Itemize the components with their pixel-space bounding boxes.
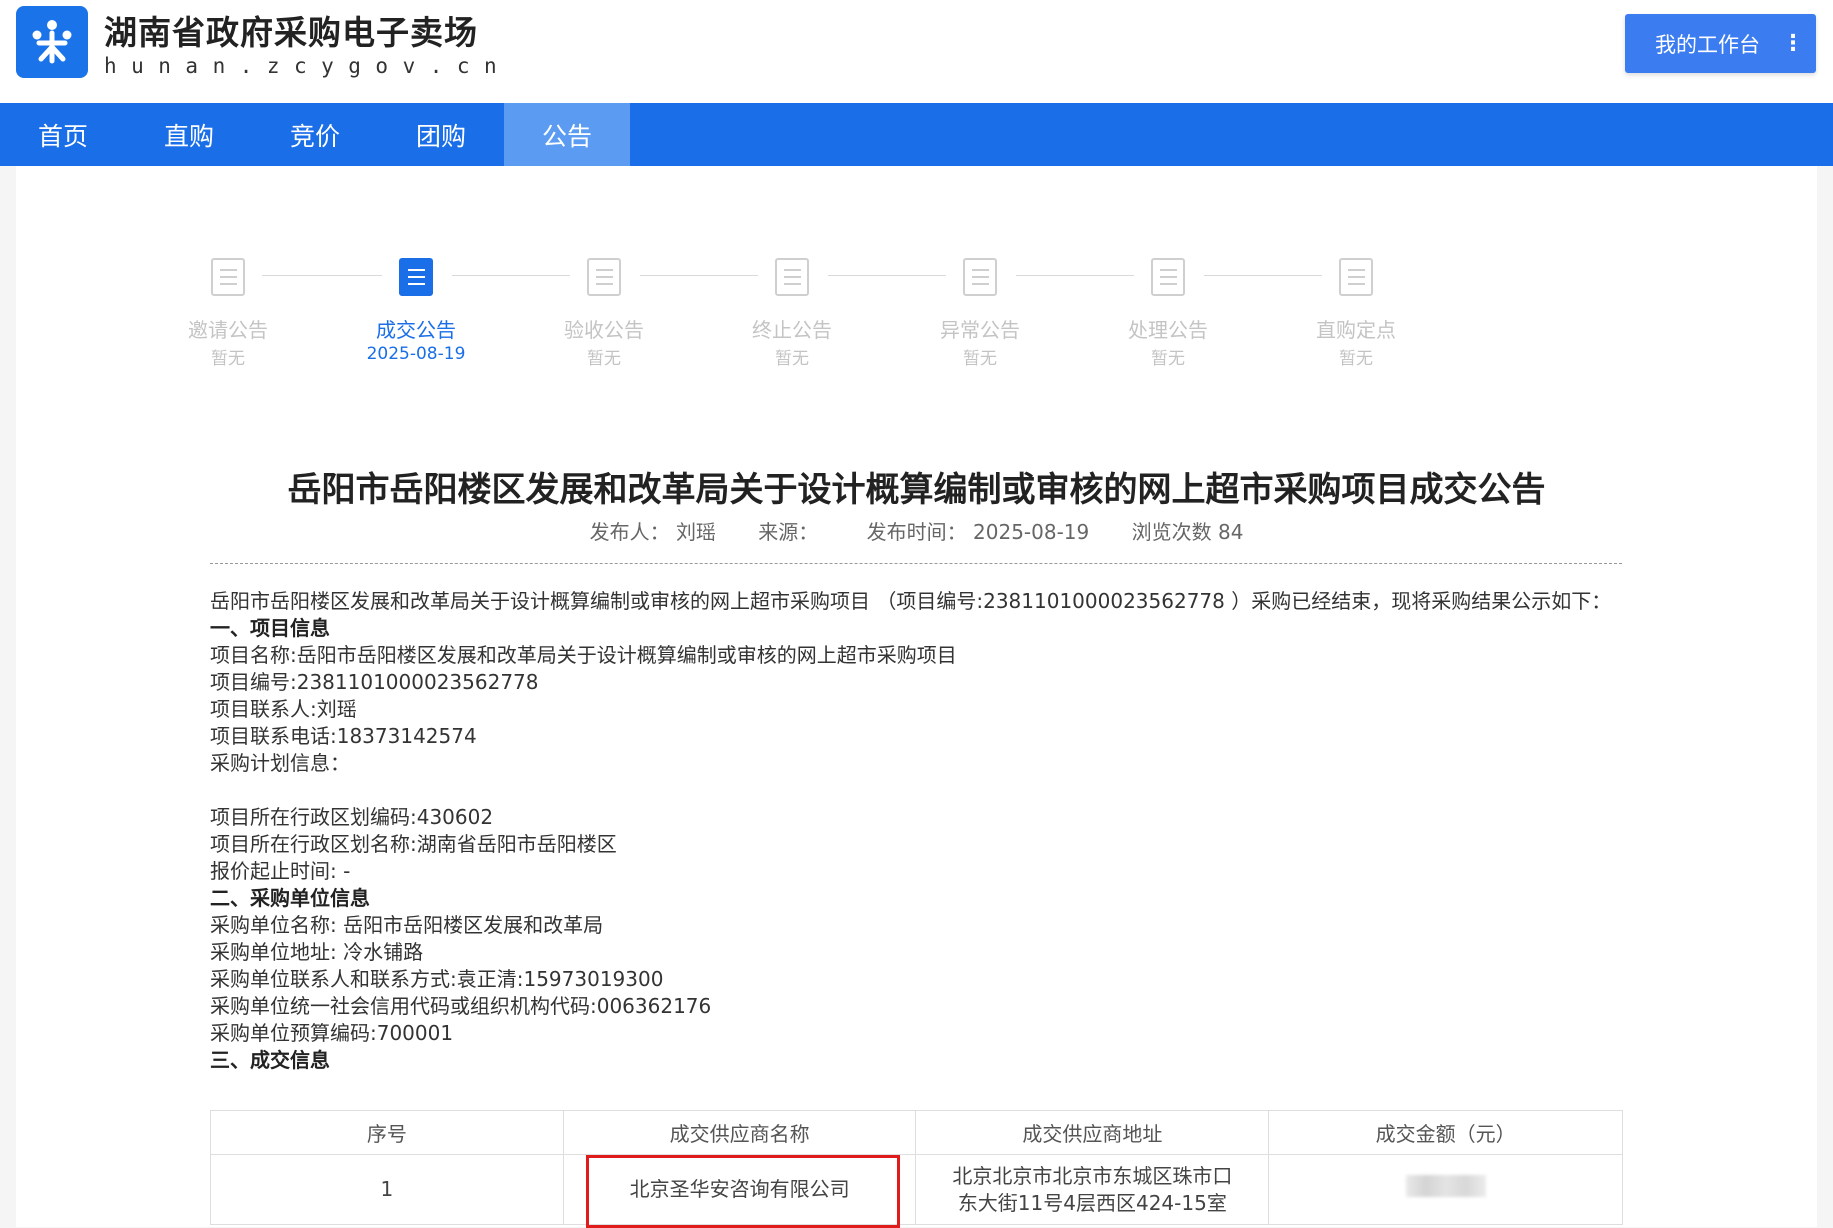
timeline-step-termination[interactable]: 终止公告 暂无 <box>717 258 867 369</box>
step-name: 处理公告 <box>1128 318 1208 342</box>
document-icon <box>963 258 997 296</box>
document-icon <box>1339 258 1373 296</box>
step-status: 暂无 <box>587 349 621 369</box>
site-domain: hunan.zcygov.cn <box>104 54 512 78</box>
content-card: 邀请公告 暂无 成交公告 2025-08-19 验收公告 暂无 终止公告 暂无 … <box>16 166 1817 1227</box>
table-row: 1 北京圣华安咨询有限公司 北京北京市北京市东城区珠市口东大街11号4层西区42… <box>210 1154 1623 1225</box>
site-header: 湖南省政府采购电子卖场 hunan.zcygov.cn 我的工作台 ⋮ <box>0 0 1833 103</box>
publish-time-label: 发布时间： <box>866 520 967 544</box>
timeline-step-invitation[interactable]: 邀请公告 暂无 <box>153 258 303 369</box>
views-count: 84 <box>1217 520 1244 544</box>
publisher-field: 发布人： 刘瑶 <box>590 520 716 544</box>
supplier-address: 北京北京市北京市东城区珠市口东大街11号4层西区424-15室 <box>915 1154 1270 1225</box>
step-name: 验收公告 <box>564 318 644 342</box>
column-header: 成交供应商名称 <box>562 1110 917 1155</box>
document-icon <box>775 258 809 296</box>
article-title: 岳阳市岳阳楼区发展和改革局关于设计概算编制或审核的网上超市采购项目成交公告 <box>287 470 1546 510</box>
step-status: 暂无 <box>1151 349 1185 369</box>
announcement-timeline: 邀请公告 暂无 成交公告 2025-08-19 验收公告 暂无 终止公告 暂无 … <box>188 212 1666 369</box>
nav-item-direct-purchase[interactable]: 直购 <box>126 103 252 166</box>
nav-item-announcements[interactable]: 公告 <box>504 103 630 166</box>
column-header: 序号 <box>210 1110 564 1155</box>
workbench-label: 我的工作台 <box>1655 32 1760 57</box>
purchase-plan-info: 采购计划信息： <box>210 751 350 775</box>
project-contact: 项目联系人:刘瑶 <box>210 697 357 721</box>
timeline-step-deal[interactable]: 成交公告 2025-08-19 <box>341 258 491 364</box>
nav-item-home[interactable]: 首页 <box>0 103 126 166</box>
step-status: 暂无 <box>1339 349 1373 369</box>
timeline-step-handling[interactable]: 处理公告 暂无 <box>1093 258 1243 369</box>
views-field: 浏览次数 84 <box>1132 520 1244 544</box>
project-number: 项目编号:2381101000023562778 <box>210 670 539 694</box>
step-status: 暂无 <box>775 349 809 369</box>
project-name: 项目名称:岳阳市岳阳楼区发展和改革局关于设计概算编制或审核的网上超市采购项目 <box>210 643 957 667</box>
intro-paragraph: 岳阳市岳阳楼区发展和改革局关于设计概算编制或审核的网上超市采购项目 （项目编号:… <box>210 589 1612 613</box>
column-header: 成交供应商地址 <box>915 1110 1270 1155</box>
deal-table: 序号 成交供应商名称 成交供应商地址 成交金额（元） 1 北京圣华安咨询有限公司… <box>210 1110 1623 1225</box>
more-icon[interactable]: ⋮ <box>1782 31 1804 56</box>
timeline-step-acceptance[interactable]: 验收公告 暂无 <box>529 258 679 369</box>
step-name: 异常公告 <box>940 318 1020 342</box>
step-name: 终止公告 <box>752 318 832 342</box>
table-header-row: 序号 成交供应商名称 成交供应商地址 成交金额（元） <box>210 1110 1623 1155</box>
source-label: 来源： <box>758 520 819 544</box>
document-icon <box>211 258 245 296</box>
highlight-box <box>586 1155 900 1228</box>
step-status: 暂无 <box>211 349 245 369</box>
nav-item-bidding[interactable]: 竞价 <box>252 103 378 166</box>
nav-item-group-buy[interactable]: 团购 <box>378 103 504 166</box>
document-icon <box>1151 258 1185 296</box>
quote-time: 报价起止时间: - <box>210 859 351 883</box>
buyer-credit-code: 采购单位统一社会信用代码或组织机构代码:006362176 <box>210 994 712 1018</box>
buyer-contact: 采购单位联系人和联系方式:袁正清:15973019300 <box>210 967 664 991</box>
redacted-amount <box>1405 1175 1486 1197</box>
row-number: 1 <box>210 1154 564 1225</box>
site-logo-icon[interactable] <box>16 6 88 78</box>
article-meta: 发布人： 刘瑶 来源： 发布时间： 2025-08-19 浏览次数 84 <box>16 516 1817 545</box>
region-code: 项目所在行政区划编码:430602 <box>210 805 494 829</box>
step-date: 2025-08-19 <box>366 344 466 364</box>
article-body: 岳阳市岳阳楼区发展和改革局关于设计概算编制或审核的网上超市采购项目 （项目编号:… <box>210 588 1622 1074</box>
main-nav: 首页 直购 竞价 团购 公告 <box>0 103 1833 166</box>
region-name: 项目所在行政区划名称:湖南省岳阳市岳阳楼区 <box>210 832 617 856</box>
publish-time-value: 2025-08-19 <box>973 520 1090 544</box>
document-icon <box>399 258 433 296</box>
project-phone: 项目联系电话:18373142574 <box>210 724 477 748</box>
source-field: 来源： <box>758 520 824 544</box>
buyer-address: 采购单位地址: 冷水铺路 <box>210 940 424 964</box>
timeline-step-designated-purchase[interactable]: 直购定点 暂无 <box>1281 258 1431 369</box>
step-status: 暂无 <box>963 349 997 369</box>
views-label: 浏览次数 <box>1131 520 1212 544</box>
dashed-divider <box>210 563 1622 564</box>
column-header: 成交金额（元） <box>1268 1110 1623 1155</box>
publisher-label: 发布人： <box>589 520 670 544</box>
section-heading: 一、项目信息 <box>210 616 330 640</box>
publisher-value: 刘瑶 <box>675 520 716 544</box>
step-name: 成交公告 <box>376 318 456 342</box>
step-name: 直购定点 <box>1316 318 1396 342</box>
timeline-step-abnormal[interactable]: 异常公告 暂无 <box>905 258 1055 369</box>
section-heading: 三、成交信息 <box>210 1048 330 1072</box>
buyer-budget-code: 采购单位预算编码:700001 <box>210 1021 454 1045</box>
buyer-name: 采购单位名称: 岳阳市岳阳楼区发展和改革局 <box>210 913 604 937</box>
section-heading: 二、采购单位信息 <box>210 886 370 910</box>
publish-time-field: 发布时间： 2025-08-19 <box>867 520 1090 544</box>
my-workbench-button[interactable]: 我的工作台 ⋮ <box>1625 14 1816 73</box>
step-name: 邀请公告 <box>188 318 268 342</box>
site-title[interactable]: 湖南省政府采购电子卖场 <box>104 6 478 54</box>
document-icon <box>587 258 621 296</box>
deal-amount <box>1268 1154 1623 1225</box>
